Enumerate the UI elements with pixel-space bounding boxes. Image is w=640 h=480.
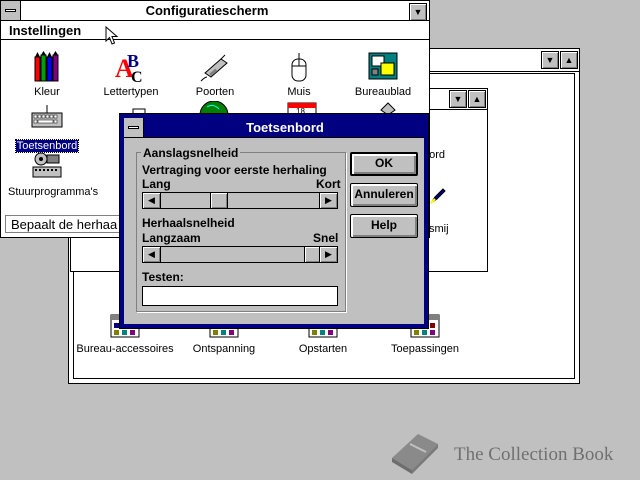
svg-text:C: C — [131, 69, 143, 83]
keyboard-icon — [31, 105, 63, 137]
icon-label: Bureaublad — [354, 86, 412, 98]
svg-text:B: B — [127, 51, 139, 71]
drivers-icon — [31, 151, 63, 183]
program-group-label: Toepassingen — [391, 343, 459, 355]
control-panel-title: Configuratiescherm — [145, 3, 269, 18]
fonts-icon: ABC — [115, 51, 147, 86]
desktop-icon — [367, 51, 399, 83]
minimize-button[interactable]: ▼ — [449, 90, 467, 108]
cancel-button[interactable]: Annuleren — [350, 183, 418, 207]
book-logo-icon — [388, 432, 442, 477]
icon-bureaublad[interactable]: Bureaublad — [343, 51, 423, 98]
test-input[interactable] — [142, 286, 338, 306]
maximize-button[interactable]: ▲ — [560, 51, 578, 69]
program-group-label: Bureau-accessoires — [76, 343, 174, 355]
ok-button[interactable]: OK — [350, 152, 418, 176]
program-group-label: Ontspanning — [192, 343, 256, 355]
system-menu-button[interactable] — [124, 118, 144, 137]
test-label: Testen: — [142, 270, 184, 284]
icon-stuurprogrammas[interactable]: Stuurprogramma's — [7, 151, 98, 198]
scroll-right-arrow[interactable]: ▶ — [319, 193, 337, 208]
rate-min-label: Langzaam — [142, 231, 201, 245]
watermark-text: The Collection Book — [454, 444, 614, 465]
icon-label: Poorten — [195, 86, 235, 98]
delay-min-label: Lang — [142, 177, 171, 191]
partial-icon-label: smij — [429, 223, 449, 235]
scroll-left-arrow[interactable]: ◀ — [143, 247, 161, 262]
rate-slider[interactable]: ◀ ▶ — [142, 246, 338, 263]
icon-label: Muis — [287, 86, 311, 98]
color-crayons-icon — [31, 51, 63, 83]
minimize-button[interactable]: ▼ — [541, 51, 559, 69]
icon-lettertypen[interactable]: ABC Lettertypen — [91, 51, 171, 98]
mouse-icon — [283, 51, 315, 83]
control-panel-titlebar[interactable]: Configuratiescherm — [1, 1, 429, 21]
delay-label: Vertraging voor eerste herhaling — [142, 163, 327, 177]
icon-label: Lettertypen — [103, 86, 159, 98]
minimize-button[interactable]: ▼ — [409, 3, 427, 21]
icon-label: Kleur — [34, 86, 60, 98]
maximize-button[interactable]: ▲ — [468, 90, 486, 108]
icon-label: Stuurprogramma's — [8, 186, 99, 198]
icon-muis[interactable]: Muis — [259, 51, 339, 98]
dialog-titlebar[interactable]: Toetsenbord — [124, 118, 424, 138]
rate-max-label: Snel — [313, 231, 339, 245]
keyboard-dialog: Toetsenbord Aanslagsnelheid Vertraging v… — [119, 113, 429, 329]
menu-bar: Instellingen — [1, 21, 429, 40]
scroll-left-arrow[interactable]: ◀ — [143, 193, 161, 208]
system-menu-button[interactable] — [1, 1, 21, 20]
program-group-label: Opstarten — [298, 343, 348, 355]
delay-slider[interactable]: ◀ ▶ — [142, 192, 338, 209]
icon-kleur[interactable]: Kleur — [7, 51, 87, 98]
group-label: Aanslagsnelheid — [141, 146, 241, 160]
rate-label: Herhaalsnelheid — [142, 216, 235, 230]
icon-toetsenbord[interactable]: Toetsenbord — [7, 105, 87, 153]
pen-icon — [429, 187, 447, 208]
scroll-right-arrow[interactable]: ▶ — [319, 247, 337, 262]
delay-max-label: Kort — [316, 177, 341, 191]
menu-instellingen[interactable]: Instellingen — [9, 23, 81, 38]
icon-poorten[interactable]: Poorten — [175, 51, 255, 98]
ports-icon — [199, 51, 231, 83]
dialog-title: Toetsenbord — [246, 120, 324, 135]
mouse-cursor-icon — [105, 25, 119, 49]
delay-slider-thumb[interactable] — [210, 193, 228, 208]
help-button[interactable]: Help — [350, 214, 418, 238]
